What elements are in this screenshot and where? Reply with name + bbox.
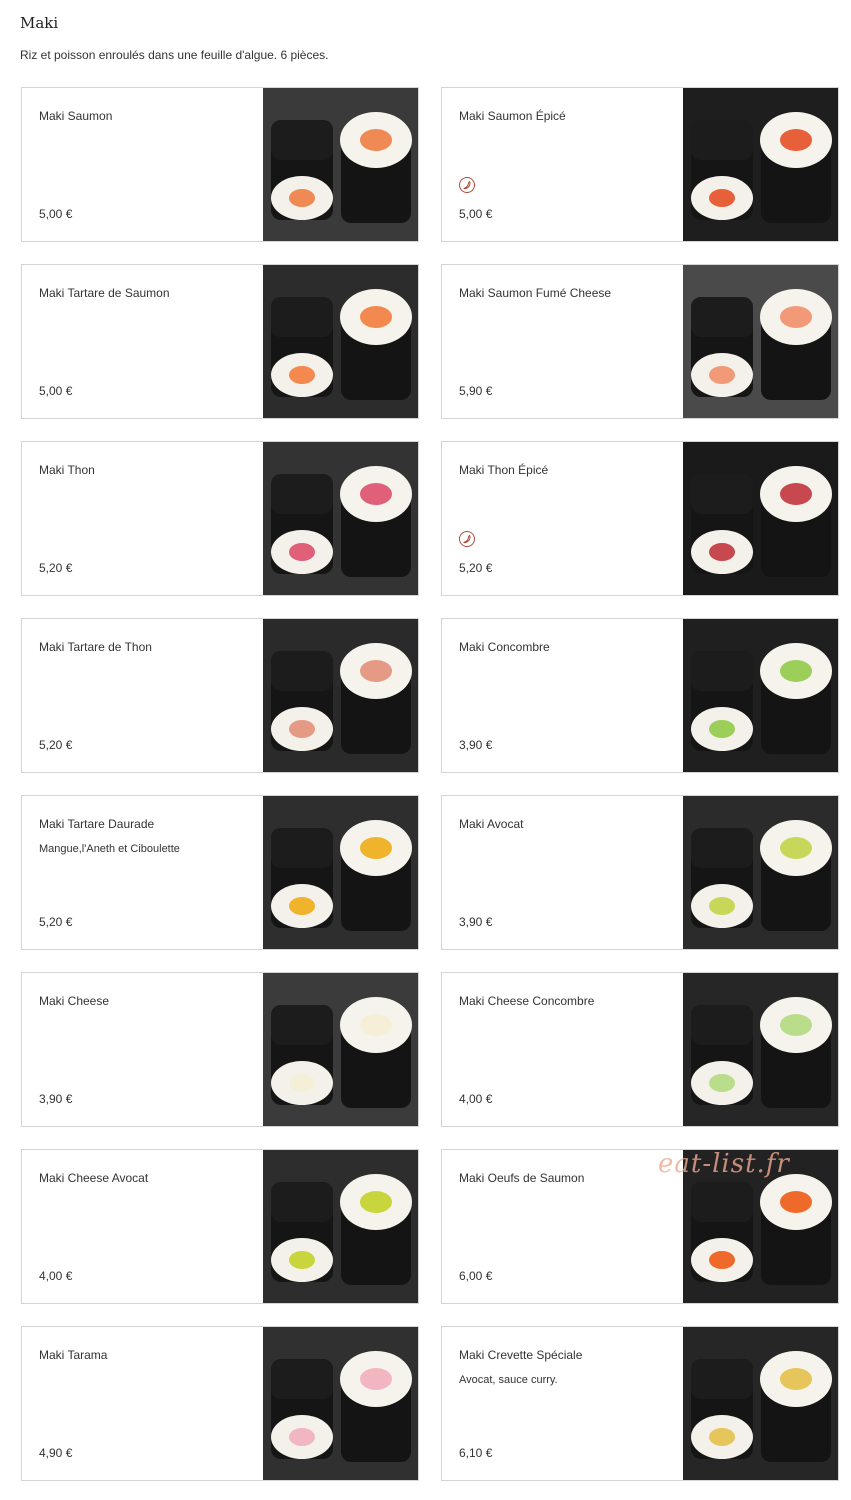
- item-photo: [263, 442, 418, 595]
- item-name: Maki Tarama: [39, 1348, 108, 1362]
- menu-item-card[interactable]: Maki Cheese Avocat 4,00 €: [21, 1149, 419, 1304]
- item-photo: [683, 88, 838, 241]
- chili-icon: [459, 177, 475, 193]
- item-name: Maki Cheese: [39, 994, 110, 1008]
- item-price: 4,90 €: [39, 1446, 73, 1460]
- item-photo: [263, 973, 418, 1126]
- section-description: Riz et poisson enroulés dans une feuille…: [20, 48, 329, 62]
- menu-item-card[interactable]: Maki Concombre 3,90 €: [441, 618, 839, 773]
- item-name: Maki Oeufs de Saumon: [459, 1171, 585, 1185]
- menu-item-card[interactable]: Maki Tartare de Saumon 5,00 €: [21, 264, 419, 419]
- item-price: 5,00 €: [39, 207, 73, 221]
- section-title: Maki: [20, 14, 59, 32]
- menu-item-card[interactable]: Maki Avocat 3,90 €: [441, 795, 839, 950]
- item-name: Maki Saumon Épicé: [459, 109, 566, 123]
- item-photo: [683, 1150, 838, 1303]
- item-name: Maki Concombre: [459, 640, 550, 654]
- item-description: Mangue,l'Aneth et Ciboulette: [39, 843, 180, 855]
- menu-grid: Maki Saumon 5,00 € Maki Saumon Épicé 5,00 €…: [21, 87, 840, 1481]
- menu-item-card[interactable]: Maki Saumon Épicé 5,00 €: [441, 87, 839, 242]
- item-price: 5,00 €: [39, 384, 73, 398]
- item-photo: [683, 796, 838, 949]
- item-name: Maki Avocat: [459, 817, 524, 831]
- item-price: 3,90 €: [459, 915, 493, 929]
- item-photo: [263, 88, 418, 241]
- menu-item-card[interactable]: Maki Oeufs de Saumon 6,00 €: [441, 1149, 839, 1304]
- menu-item-card[interactable]: Maki Tartare Daurade Mangue,l'Aneth et Ci…: [21, 795, 419, 950]
- item-photo: [683, 973, 838, 1126]
- item-photo: [263, 796, 418, 949]
- item-name: Maki Saumon Fumé Cheese: [459, 286, 612, 300]
- item-price: 5,20 €: [459, 561, 493, 575]
- item-price: 6,10 €: [459, 1446, 493, 1460]
- menu-item-card[interactable]: Maki Saumon Fumé Cheese 5,90 €: [441, 264, 839, 419]
- menu-item-card[interactable]: Maki Thon 5,20 €: [21, 441, 419, 596]
- item-name: Maki Tartare de Thon: [39, 640, 152, 654]
- item-name: Maki Thon: [39, 463, 95, 477]
- item-photo: [263, 1327, 418, 1480]
- item-description: Avocat, sauce curry.: [459, 1374, 558, 1386]
- item-name: Maki Tartare Daurade: [39, 817, 155, 831]
- item-photo: [683, 1327, 838, 1480]
- item-price: 6,00 €: [459, 1269, 493, 1283]
- item-price: 4,00 €: [459, 1092, 493, 1106]
- menu-item-card[interactable]: Maki Tartare de Thon 5,20 €: [21, 618, 419, 773]
- item-photo: [683, 442, 838, 595]
- item-photo: [683, 619, 838, 772]
- item-price: 5,20 €: [39, 738, 73, 752]
- item-price: 5,00 €: [459, 207, 493, 221]
- menu-item-card[interactable]: Maki Crevette Spéciale Avocat, sauce curr…: [441, 1326, 839, 1481]
- item-price: 5,20 €: [39, 561, 73, 575]
- item-name: Maki Crevette Spéciale: [459, 1348, 583, 1362]
- item-price: 3,90 €: [459, 738, 493, 752]
- item-price: 5,90 €: [459, 384, 493, 398]
- item-photo: [263, 265, 418, 418]
- item-price: 3,90 €: [39, 1092, 73, 1106]
- item-price: 5,20 €: [39, 915, 73, 929]
- menu-item-card[interactable]: Maki Saumon 5,00 €: [21, 87, 419, 242]
- item-name: Maki Cheese Avocat: [39, 1171, 149, 1185]
- item-name: Maki Saumon: [39, 109, 113, 123]
- menu-item-card[interactable]: Maki Cheese Concombre 4,00 €: [441, 972, 839, 1127]
- item-name: Maki Tartare de Saumon: [39, 286, 170, 300]
- item-name: Maki Thon Épicé: [459, 463, 549, 477]
- item-photo: [263, 1150, 418, 1303]
- menu-item-card[interactable]: Maki Cheese 3,90 €: [21, 972, 419, 1127]
- menu-item-card[interactable]: Maki Thon Épicé 5,20 €: [441, 441, 839, 596]
- item-photo: [263, 619, 418, 772]
- menu-item-card[interactable]: Maki Tarama 4,90 €: [21, 1326, 419, 1481]
- item-price: 4,00 €: [39, 1269, 73, 1283]
- item-name: Maki Cheese Concombre: [459, 994, 595, 1008]
- chili-icon: [459, 531, 475, 547]
- item-photo: [683, 265, 838, 418]
